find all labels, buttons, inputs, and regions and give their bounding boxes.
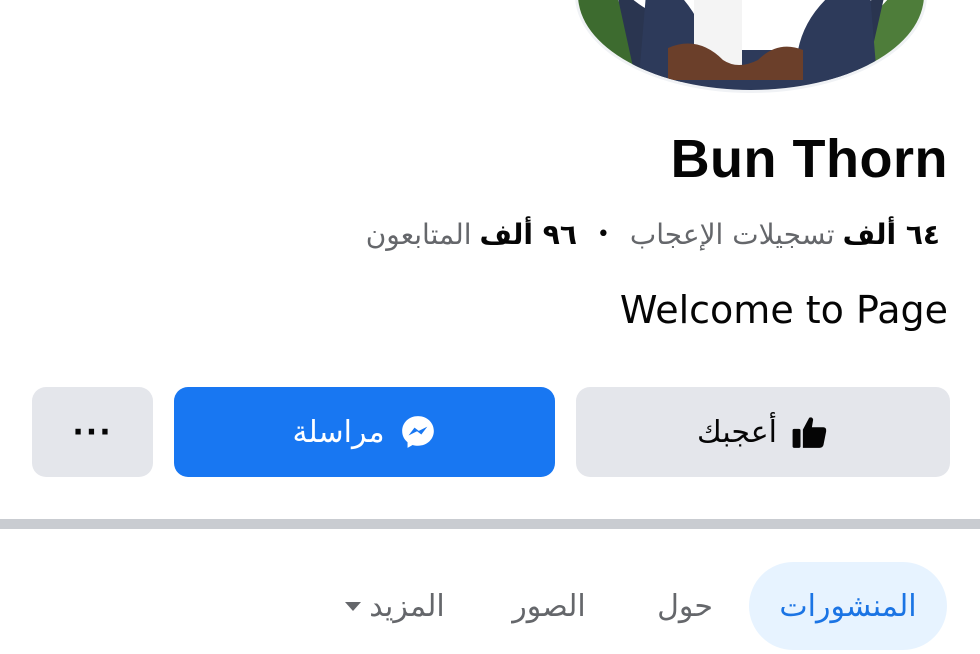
message-button[interactable]: مراسلة [174, 387, 555, 477]
likes-label[interactable]: تسجيلات الإعجاب [630, 218, 835, 251]
messenger-icon [401, 416, 434, 448]
like-button-label: أعجبك [697, 414, 777, 450]
more-dots-icon: ··· [72, 414, 113, 450]
profile-photo [578, 0, 924, 90]
stats-separator: • [596, 222, 610, 247]
profile-name: Bun Thorn [670, 129, 948, 189]
more-options-button[interactable]: ··· [32, 387, 153, 477]
followers-label[interactable]: المتابعون [366, 218, 472, 251]
page-stats: ٦٤ ألف تسجيلات الإعجاب • ٩٦ ألف المتابعو… [366, 218, 940, 251]
like-button[interactable]: أعجبك [576, 387, 950, 477]
tab-more-label: المزيد [369, 588, 445, 624]
tab-photos[interactable]: الصور [494, 562, 604, 650]
tab-posts[interactable]: المنشورات [749, 562, 947, 650]
tab-about[interactable]: حول [640, 562, 730, 650]
likes-count[interactable]: ٦٤ ألف [843, 218, 940, 251]
profile-avatar[interactable] [578, 0, 924, 90]
section-divider [0, 519, 980, 529]
page-bio: Welcome to Page [619, 288, 948, 332]
followers-count[interactable]: ٩٦ ألف [480, 218, 577, 251]
caret-down-icon [345, 601, 362, 611]
profile-tabs: المنشورات حول الصور المزيد [0, 562, 980, 654]
message-button-label: مراسلة [292, 414, 385, 450]
thumbs-up-icon [792, 417, 827, 448]
tab-more[interactable]: المزيد [330, 562, 460, 650]
